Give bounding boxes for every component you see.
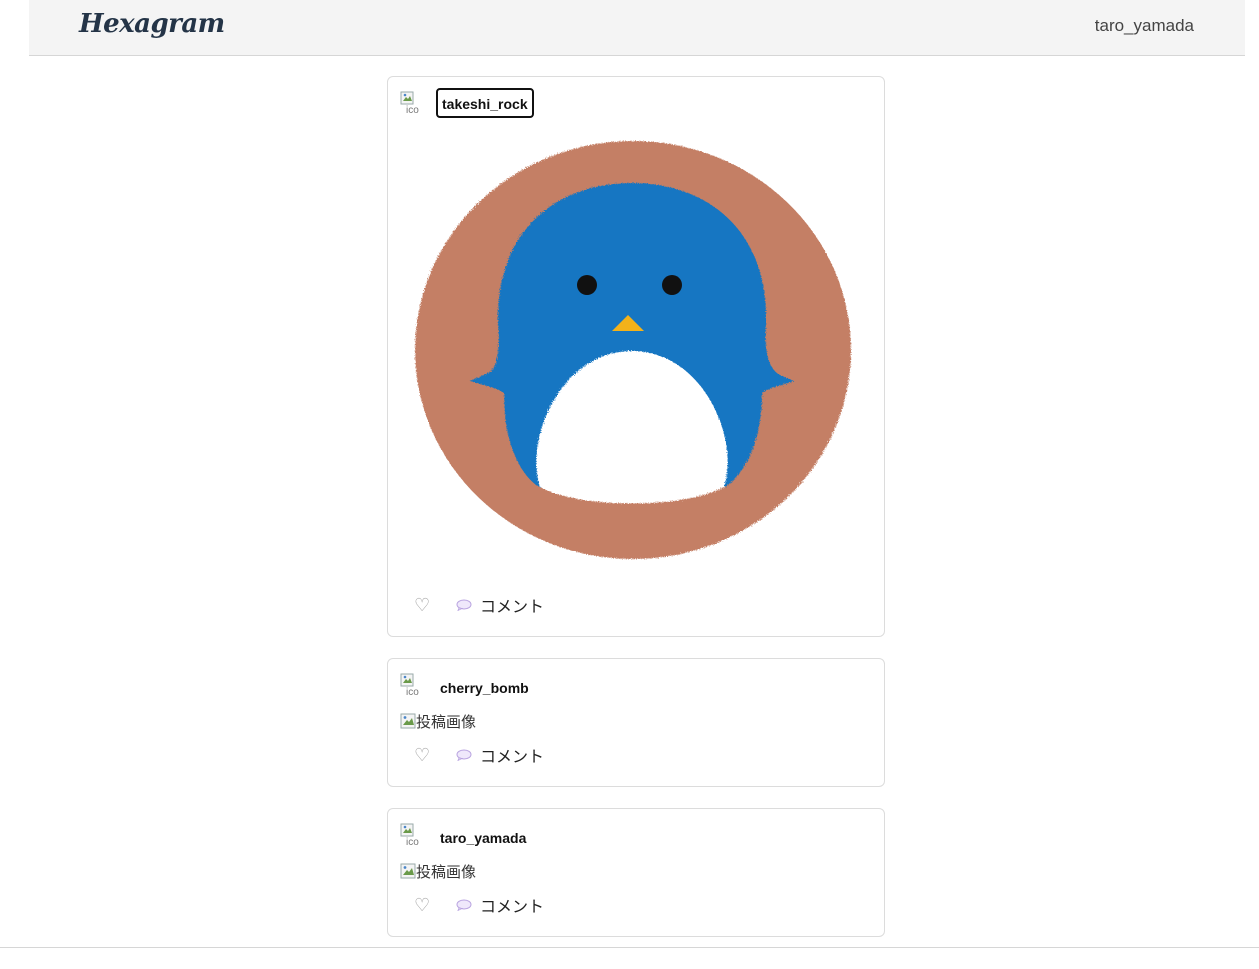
broken-image-icon xyxy=(400,673,414,687)
broken-image-icon xyxy=(400,91,414,105)
avatar: ico xyxy=(400,671,426,699)
post-username[interactable]: takeshi_rock xyxy=(436,88,534,118)
post-image-alt-text: 投稿画像 xyxy=(416,863,477,881)
speech-bubble-icon xyxy=(456,599,472,611)
post-card: ico cherry_bomb 投稿画像 ♡ コメント xyxy=(387,658,885,787)
heart-outline-icon[interactable]: ♡ xyxy=(414,595,432,616)
post-image: 投稿画像 xyxy=(400,711,476,731)
avatar: ico xyxy=(400,821,426,849)
post-header: ico taro_yamada xyxy=(400,821,870,851)
speech-bubble-icon xyxy=(456,899,472,911)
post-header: ico cherry_bomb xyxy=(400,671,870,701)
post-actions: ♡ コメント xyxy=(414,893,544,917)
brand-logo[interactable]: Hexagram xyxy=(79,9,225,39)
post-username[interactable]: taro_yamada xyxy=(440,830,526,846)
broken-image-icon xyxy=(400,863,416,879)
heart-outline-icon[interactable]: ♡ xyxy=(414,745,432,766)
top-navbar: Hexagram taro_yamada xyxy=(29,0,1245,56)
speech-bubble-icon xyxy=(456,749,472,761)
post-image: 投稿画像 xyxy=(400,861,476,881)
post-image xyxy=(415,141,851,559)
comment-label: コメント xyxy=(480,599,545,616)
post-card: ico taro_yamada 投稿画像 ♡ コメント xyxy=(387,808,885,937)
avatar-alt-text: ico xyxy=(406,837,419,848)
comment-label: コメント xyxy=(480,749,545,766)
avatar: ico xyxy=(400,89,426,117)
comment-button[interactable]: コメント xyxy=(456,893,544,917)
post-header: ico takeshi_rock xyxy=(400,88,870,119)
heart-outline-icon[interactable]: ♡ xyxy=(414,895,432,916)
comment-button[interactable]: コメント xyxy=(456,743,544,767)
current-user-link[interactable]: taro_yamada xyxy=(1095,16,1194,36)
post-username[interactable]: cherry_bomb xyxy=(440,680,529,696)
avatar-alt-text: ico xyxy=(406,687,419,698)
avatar-alt-text: ico xyxy=(406,105,419,116)
broken-image-icon xyxy=(400,823,414,837)
post-card: ico takeshi_rock ♡ コメント xyxy=(387,76,885,637)
post-actions: ♡ コメント xyxy=(414,593,544,617)
post-image-alt-text: 投稿画像 xyxy=(416,713,477,731)
footer-divider xyxy=(0,947,1259,948)
comment-label: コメント xyxy=(480,899,545,916)
comment-button[interactable]: コメント xyxy=(456,593,544,617)
broken-image-icon xyxy=(400,713,416,729)
post-actions: ♡ コメント xyxy=(414,743,544,767)
